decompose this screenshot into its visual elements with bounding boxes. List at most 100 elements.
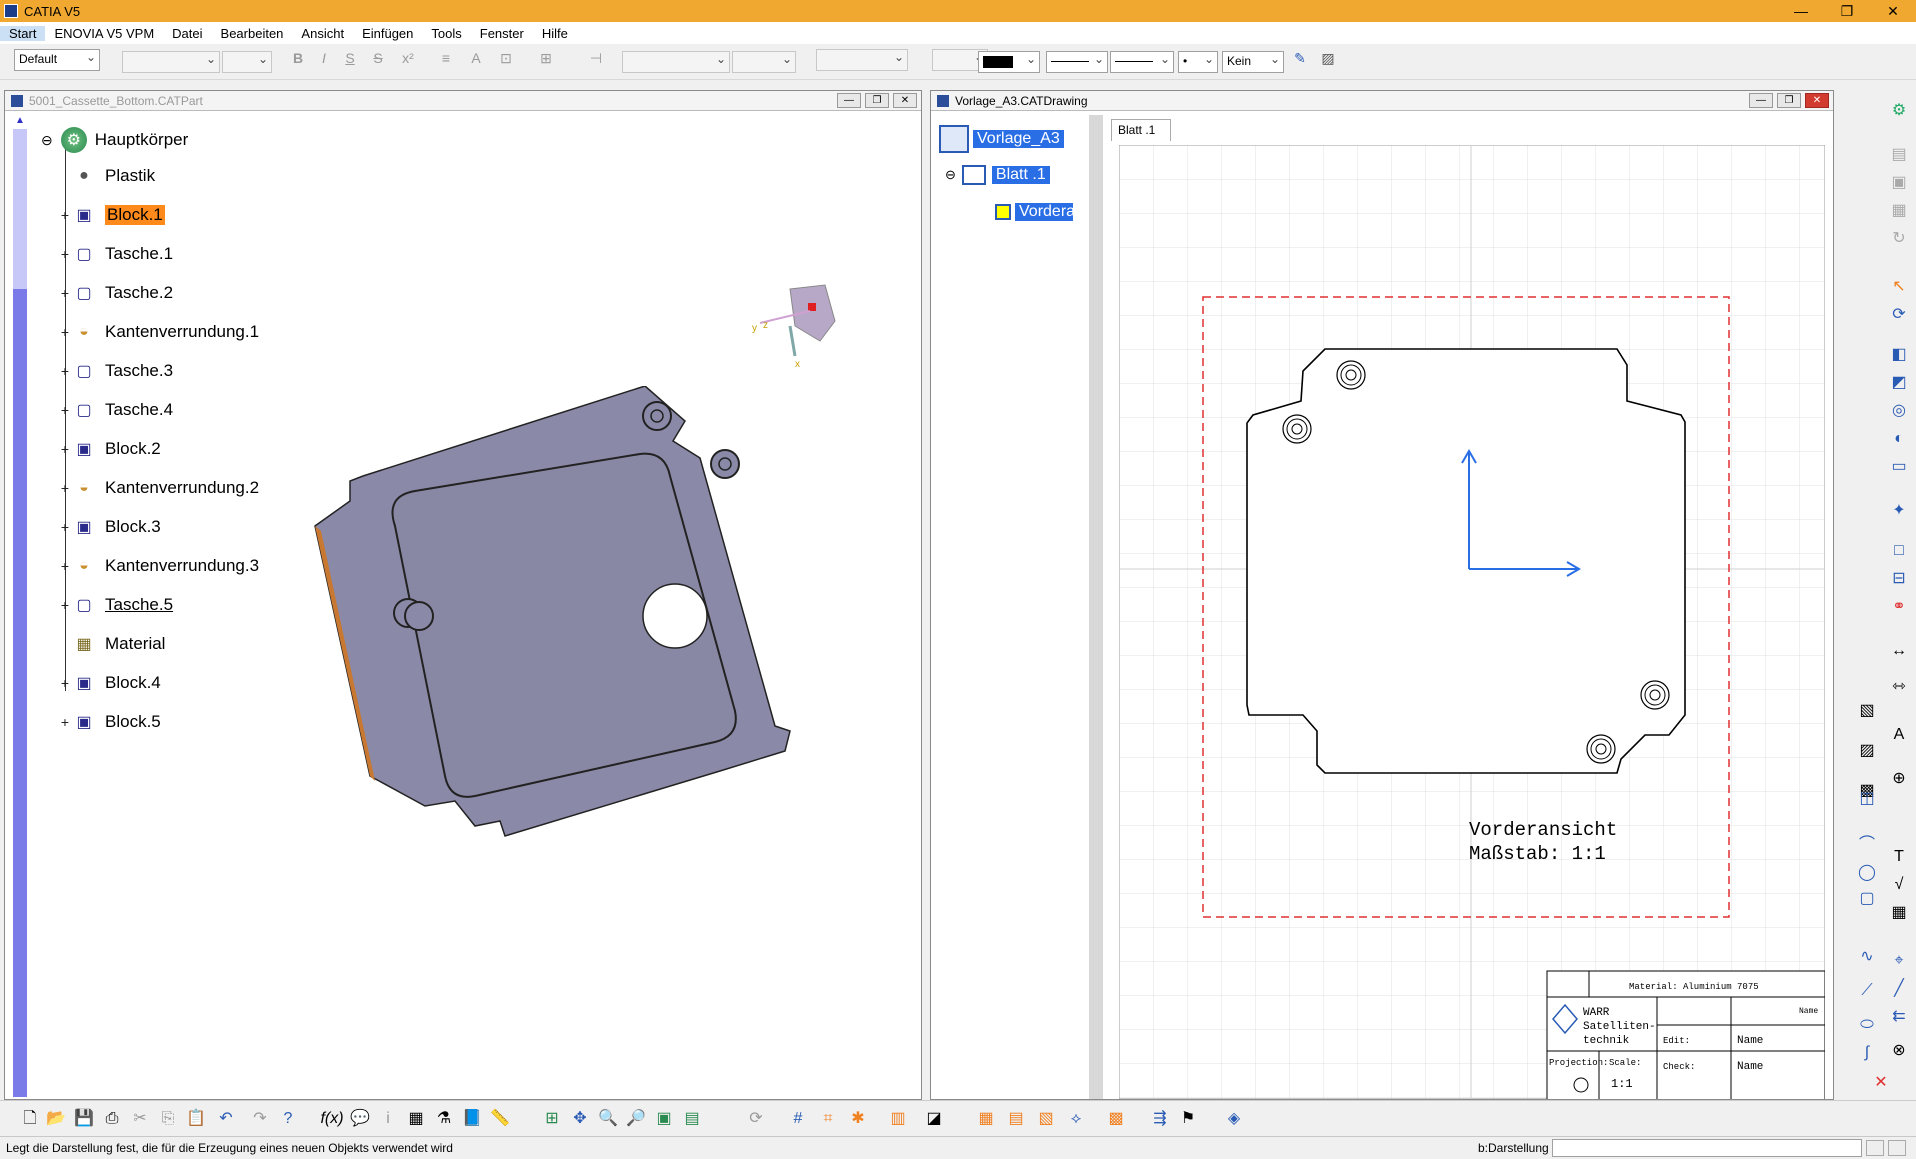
- part-minimize-icon[interactable]: —: [837, 93, 861, 108]
- expand-icon[interactable]: +: [59, 442, 71, 456]
- dim-format-combo[interactable]: [816, 49, 908, 71]
- tree-item[interactable]: + ▢ Tasche.1: [61, 241, 173, 267]
- table-icon[interactable]: ▦: [1888, 902, 1910, 924]
- tree-item[interactable]: ● Plastik: [71, 163, 155, 189]
- expand-icon[interactable]: [59, 638, 71, 650]
- wizard-icon[interactable]: ✦: [1888, 500, 1910, 522]
- tree-item[interactable]: + ▢ Tasche.2: [61, 280, 173, 306]
- italic-icon[interactable]: I: [314, 50, 334, 70]
- part-restore-icon[interactable]: ❐: [865, 93, 889, 108]
- status-btn-1[interactable]: [1866, 1140, 1884, 1156]
- tree-item[interactable]: + ▣ Block.5: [61, 709, 161, 735]
- filter-icon[interactable]: ◪: [922, 1107, 946, 1131]
- front-view-icon[interactable]: ◧: [1888, 344, 1910, 366]
- point-style-combo[interactable]: •: [1178, 51, 1218, 73]
- tree-item[interactable]: + ▣ Block.4: [61, 670, 161, 696]
- drawing-restore-icon[interactable]: ❐: [1777, 93, 1801, 108]
- drawing-close-icon[interactable]: ✕: [1805, 93, 1829, 108]
- part-close-icon[interactable]: ✕: [893, 93, 917, 108]
- grid-icon[interactable]: #: [786, 1107, 810, 1131]
- measure-distance-icon[interactable]: ⟡: [1064, 1107, 1088, 1131]
- rect-icon[interactable]: ▢: [1856, 888, 1878, 910]
- analysis-icon[interactable]: ✱: [846, 1107, 870, 1131]
- expand-icon[interactable]: +: [59, 481, 71, 495]
- pattern-combo[interactable]: Kein: [1222, 51, 1284, 73]
- drawing-tree-root[interactable]: Vorlage_A3: [939, 125, 1064, 153]
- dimension-analysis-icon[interactable]: ▥: [886, 1107, 910, 1131]
- workbench-icon[interactable]: ⚙: [1888, 100, 1910, 122]
- constraint-grid-icon[interactable]: ▦: [974, 1107, 998, 1131]
- command-input[interactable]: [1552, 1139, 1862, 1157]
- menu-hilfe[interactable]: Hilfe: [533, 26, 577, 41]
- tree-item[interactable]: + ◒ Kantenverrundung.1: [61, 319, 259, 345]
- bold-icon[interactable]: B: [288, 50, 308, 70]
- ellipse-icon[interactable]: ⬭: [1856, 1014, 1878, 1036]
- broken-view-icon[interactable]: ▭: [1888, 456, 1910, 478]
- compass-widget[interactable]: y z x: [750, 281, 840, 371]
- scroll-up-icon[interactable]: ▲: [13, 115, 27, 129]
- drawing-tree-sheet[interactable]: ⊖ Blatt .1: [945, 165, 1050, 185]
- menu-einfuegen[interactable]: Einfügen: [353, 26, 422, 41]
- redo-icon[interactable]: ↷: [248, 1107, 272, 1131]
- position-icon[interactable]: ⚑: [1176, 1107, 1200, 1131]
- catalog-icon[interactable]: 📘: [460, 1107, 484, 1131]
- align-icon[interactable]: ≡: [436, 50, 456, 70]
- strikethrough-icon[interactable]: S: [368, 50, 388, 70]
- restore-icon[interactable]: ❐: [1824, 0, 1870, 22]
- expand-icon[interactable]: +: [59, 325, 71, 339]
- menu-enovia[interactable]: ENOVIA V5 VPM: [45, 26, 163, 41]
- snap-icon[interactable]: ⌗: [816, 1107, 840, 1131]
- dimension-chain-icon[interactable]: ⇿: [1888, 676, 1910, 698]
- print-icon[interactable]: ⎙: [100, 1107, 124, 1131]
- law-icon[interactable]: ⚗: [432, 1107, 456, 1131]
- menu-fenster[interactable]: Fenster: [471, 26, 533, 41]
- tree-item[interactable]: + ▣ Block.3: [61, 514, 161, 540]
- expand-icon[interactable]: +: [59, 520, 71, 534]
- expand-icon[interactable]: +: [59, 364, 71, 378]
- generate-icon[interactable]: ▩: [1104, 1107, 1128, 1131]
- save-icon[interactable]: 💾: [72, 1107, 96, 1131]
- color-combo[interactable]: [978, 51, 1040, 73]
- formula-icon[interactable]: f(x): [320, 1107, 344, 1131]
- expand-icon[interactable]: +: [59, 286, 71, 300]
- detail-view-icon[interactable]: ◎: [1888, 400, 1910, 422]
- tree-item[interactable]: + ▢ Tasche.4: [61, 397, 173, 423]
- underline-icon[interactable]: S: [340, 50, 360, 70]
- knowledge-icon[interactable]: i: [376, 1107, 400, 1131]
- menu-start[interactable]: Start: [0, 25, 46, 41]
- superscript-icon[interactable]: x²: [398, 50, 418, 70]
- view-from-3d-icon[interactable]: ⊟: [1888, 568, 1910, 590]
- select-icon[interactable]: ↖: [1888, 276, 1910, 298]
- polyline-icon[interactable]: ⟋: [1856, 980, 1878, 1002]
- expand-icon[interactable]: +: [59, 715, 71, 729]
- align-views-icon[interactable]: ⇶: [1148, 1107, 1172, 1131]
- tree-scrollbar[interactable]: ▲: [13, 115, 27, 1097]
- 3d-view-icon[interactable]: ◈: [1222, 1107, 1246, 1131]
- tree-item[interactable]: + ◒ Kantenverrundung.2: [61, 475, 259, 501]
- tolerance-icon[interactable]: ⊕: [1888, 768, 1910, 790]
- annotation-icon[interactable]: A: [1888, 724, 1910, 746]
- drawing-minimize-icon[interactable]: —: [1749, 93, 1773, 108]
- close-icon[interactable]: ✕: [1870, 0, 1916, 22]
- frame-view-icon[interactable]: □: [1888, 540, 1910, 562]
- zoom-in-icon[interactable]: 🔍: [596, 1107, 620, 1131]
- sheet-new-icon[interactable]: ▤: [1888, 144, 1910, 166]
- dress-up-icon[interactable]: ◫: [1856, 788, 1878, 810]
- drawing-tree-view[interactable]: Vordera: [995, 203, 1073, 221]
- font-size-combo[interactable]: [222, 51, 272, 73]
- copy-icon[interactable]: ⎘: [156, 1107, 180, 1131]
- dim-tolerance-combo[interactable]: [622, 51, 730, 73]
- style-combo[interactable]: Default: [14, 49, 100, 71]
- design-table-icon[interactable]: ▦: [404, 1107, 428, 1131]
- expand-icon[interactable]: +: [59, 598, 71, 612]
- rotate-icon[interactable]: ⟳: [744, 1107, 768, 1131]
- dim-precision-combo[interactable]: [732, 51, 796, 73]
- arc-icon[interactable]: ⌒: [1856, 834, 1878, 856]
- tree-item[interactable]: + ▢ Tasche.5: [61, 592, 173, 618]
- cut-icon[interactable]: ✂: [128, 1107, 152, 1131]
- zoom-out-icon[interactable]: 🔎: [624, 1107, 648, 1131]
- measure-icon[interactable]: 📏: [488, 1107, 512, 1131]
- normal-view-icon[interactable]: ▣: [652, 1107, 676, 1131]
- dim-gen-icon[interactable]: ▨: [1856, 740, 1878, 762]
- dimension-icon[interactable]: ⊣: [586, 50, 606, 70]
